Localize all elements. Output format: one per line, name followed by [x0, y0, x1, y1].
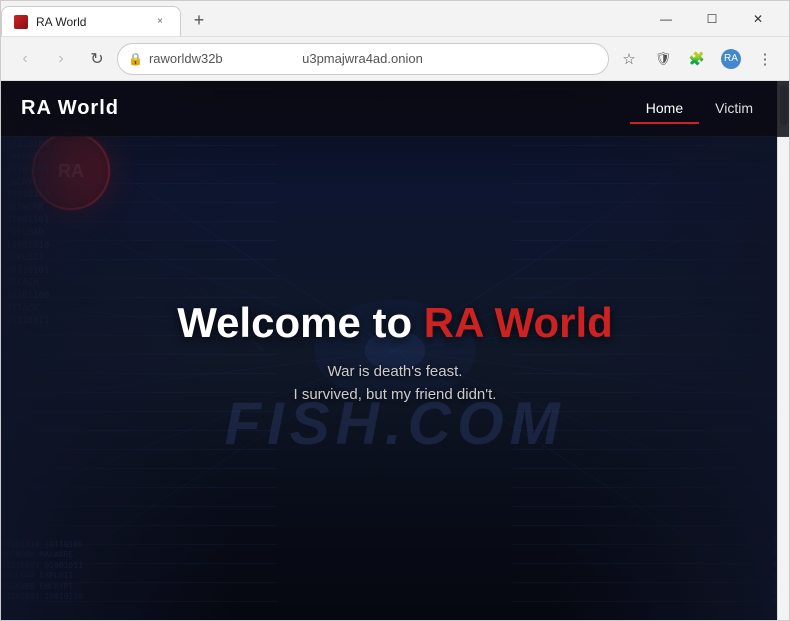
site-logo-text: RA World	[21, 97, 119, 120]
extensions-icon: 🧩	[689, 51, 705, 67]
forward-button[interactable]: ›	[45, 43, 77, 75]
menu-button[interactable]: ⋮	[749, 43, 781, 75]
hero-title: Welcome to RA World	[80, 299, 710, 347]
star-icon: ☆	[622, 50, 635, 68]
browser-tab[interactable]: RA World ×	[1, 6, 181, 36]
menu-icon: ⋮	[758, 50, 773, 68]
address-bar[interactable]: 🔒 raworldw32b u3pmajwra4ad.onion	[117, 43, 609, 75]
shield-button[interactable]: 🛡	[647, 43, 679, 75]
close-button[interactable]: ✕	[735, 1, 781, 37]
hero-subtitle-1: War is death's feast.	[80, 363, 710, 380]
tab-title: RA World	[36, 15, 144, 29]
refresh-button[interactable]: ↻	[81, 43, 113, 75]
hero-title-accent: RA World	[424, 299, 613, 346]
hero-title-prefix: Welcome to	[177, 299, 424, 346]
back-button[interactable]: ‹	[9, 43, 41, 75]
nav-icons: ☆ 🛡 🧩 RA ⋮	[613, 43, 781, 75]
extensions-button[interactable]: 🧩	[681, 43, 713, 75]
nav-link-victim[interactable]: Victim	[699, 94, 769, 124]
shield-icon: 🛡	[655, 51, 672, 67]
title-bar: RA World × + — ☐ ✕	[1, 1, 789, 37]
maximize-button[interactable]: ☐	[689, 1, 735, 37]
forward-icon: ›	[58, 50, 63, 68]
tab-bar: RA World × +	[1, 1, 635, 36]
lock-icon: 🔒	[128, 52, 143, 66]
bookmark-button[interactable]: ☆	[613, 43, 645, 75]
nav-link-home[interactable]: Home	[630, 94, 699, 124]
minimize-button[interactable]: —	[643, 1, 689, 37]
refresh-icon: ↻	[90, 49, 103, 69]
site-navbar: RA World Home Victim	[1, 81, 789, 137]
profile-button[interactable]: RA	[715, 43, 747, 75]
new-tab-button[interactable]: +	[185, 6, 213, 34]
nav-bar: ‹ › ↻ 🔒 raworldw32b u3pmajwra4ad.onion ☆…	[1, 37, 789, 81]
tab-close-button[interactable]: ×	[152, 14, 168, 30]
back-icon: ‹	[22, 50, 27, 68]
window-controls: — ☐ ✕	[635, 1, 789, 36]
browser-window: RA World × + — ☐ ✕ ‹ › ↻ 🔒 raworldw32b	[0, 0, 790, 621]
tab-favicon	[14, 15, 28, 29]
webpage: RA RAWORLD01001011MALWARE10110100DARKWEB…	[1, 81, 789, 620]
site-nav-links: Home Victim	[630, 94, 769, 124]
hero-section: Welcome to RA World War is death's feast…	[80, 299, 710, 403]
profile-icon: RA	[721, 49, 741, 69]
hero-subtitle-2: I survived, but my friend didn't.	[80, 386, 710, 403]
address-text: raworldw32b u3pmajwra4ad.onion	[149, 51, 598, 66]
scrollbar[interactable]	[777, 81, 789, 620]
